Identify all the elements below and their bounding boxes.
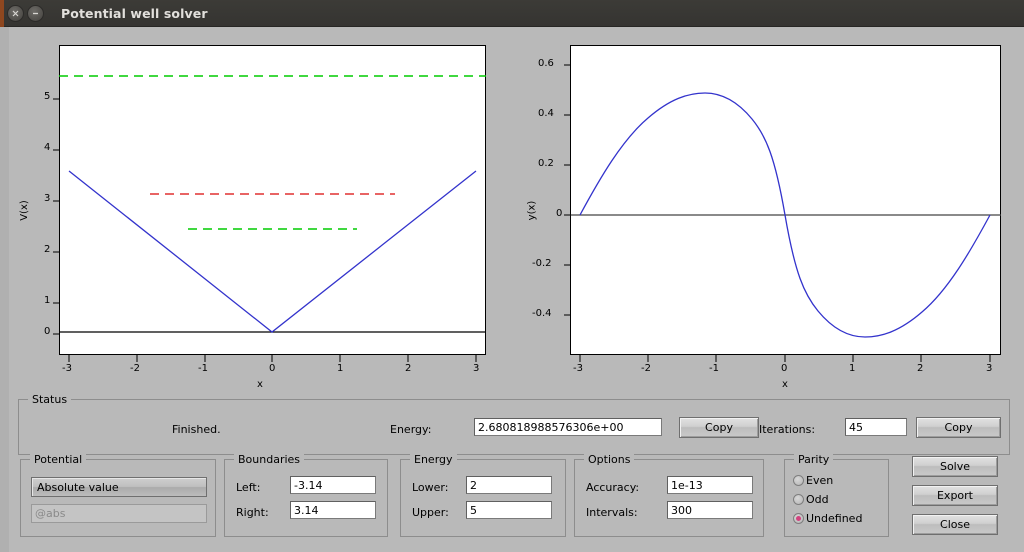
wavefunction-ytick-0_6: 0.6 [538, 58, 554, 69]
potential-xtick-4: 1 [337, 363, 344, 374]
solve-button[interactable]: Solve [912, 456, 998, 477]
potential-xtick-0: -3 [62, 363, 72, 374]
boundaries-group-title: Boundaries [234, 453, 305, 466]
wavefunction-xtick-1: -2 [641, 363, 651, 374]
wavefunction-xtick-6: 3 [986, 363, 993, 374]
parity-group: Parity Even Odd Undefined [784, 453, 889, 537]
status-message: Finished. [172, 423, 221, 436]
potential-plot: 5 4 3 2 1 0 -3 -2 -1 0 1 2 3 x V(x) [0, 27, 500, 392]
parity-option-even-label: Even [806, 474, 834, 487]
wavefunction-xtick-3: 0 [781, 363, 788, 374]
parity-option-odd[interactable]: Odd [793, 493, 829, 506]
wavefunction-xtick-5: 2 [917, 363, 924, 374]
potential-ytick-3: 3 [44, 193, 51, 204]
wavefunction-xtick-4: 1 [849, 363, 856, 374]
wavefunction-xtick-marks [579, 355, 991, 362]
potential-plot-canvas [59, 75, 486, 333]
energy-upper-label: Upper: [412, 506, 449, 519]
potential-xtick-3: 0 [269, 363, 276, 374]
wavefunction-xaxis-label: x [782, 379, 788, 390]
potential-handle-placeholder: @abs [35, 507, 66, 520]
potential-ytick-5: 5 [44, 91, 51, 102]
wavefunction-ytick-0_2: 0.2 [538, 158, 554, 169]
potential-ytick-1: 1 [44, 295, 51, 306]
wavefunction-ytick-neg0_2: -0.2 [532, 258, 552, 269]
left-boundary-field[interactable]: -3.14 [290, 476, 376, 494]
options-group-title: Options [584, 453, 635, 466]
export-button[interactable]: Export [912, 485, 998, 506]
potential-group: Potential Absolute value @abs [20, 453, 216, 537]
potential-xtick-6: 3 [473, 363, 480, 374]
options-group: Options Accuracy: 1e-13 Intervals: 300 [574, 453, 764, 537]
wavefunction-ytick-marks [564, 64, 571, 316]
potential-select[interactable]: Absolute value [31, 477, 207, 497]
close-button[interactable]: Close [912, 514, 998, 535]
wavefunction-ytick-neg0_4: -0.4 [532, 308, 552, 319]
energy-label: Energy: [390, 423, 432, 436]
close-icon[interactable] [7, 4, 24, 22]
copy-energy-button[interactable]: Copy [679, 417, 759, 438]
window-body: 5 4 3 2 1 0 -3 -2 -1 0 1 2 3 x V(x) 0.6 … [0, 27, 1024, 552]
energy-group-title: Energy [410, 453, 457, 466]
parity-group-title: Parity [794, 453, 834, 466]
radio-icon-selected [793, 513, 804, 524]
potential-xtick-1: -2 [130, 363, 140, 374]
energy-group: Energy Lower: 2 Upper: 5 [400, 453, 566, 537]
title-bar: Potential well solver [0, 0, 1024, 27]
iterations-label: Iterations: [759, 423, 816, 436]
radio-icon [793, 475, 804, 486]
potential-ytick-marks [53, 98, 60, 335]
potential-ytick-4: 4 [44, 142, 51, 153]
window-title: Potential well solver [61, 5, 208, 21]
intervals-label: Intervals: [586, 506, 638, 519]
parity-option-undefined[interactable]: Undefined [793, 512, 862, 525]
left-boundary-label: Left: [236, 481, 261, 494]
energy-value-field[interactable]: 2.680818988576306e+00 [474, 418, 662, 436]
wavefunction-plot: 0.6 0.4 0.2 0 -0.2 -0.4 -3 -2 -1 0 1 2 3… [512, 27, 1024, 392]
right-boundary-field[interactable]: 3.14 [290, 501, 376, 519]
window-edge-accent [0, 0, 4, 27]
iterations-value-field[interactable]: 45 [845, 418, 907, 436]
wavefunction-ytick-0: 0 [556, 208, 563, 219]
potential-handle-field[interactable]: @abs [31, 504, 207, 523]
wavefunction-plot-canvas [570, 92, 1001, 338]
wavefunction-yaxis-label: y(x) [526, 200, 538, 221]
potential-xaxis-label: x [257, 379, 263, 390]
minimize-icon[interactable] [27, 4, 44, 22]
energy-upper-field[interactable]: 5 [466, 501, 552, 519]
accuracy-field[interactable]: 1e-13 [667, 476, 753, 494]
boundaries-group: Boundaries Left: -3.14 Right: 3.14 [224, 453, 388, 537]
parity-option-odd-label: Odd [806, 493, 829, 506]
potential-group-title: Potential [30, 453, 87, 466]
copy-iterations-button[interactable]: Copy [916, 417, 1001, 438]
potential-xtick-2: -1 [198, 363, 208, 374]
status-group: Status Finished. Energy: 2.6808189885763… [18, 393, 1010, 455]
window-controls [7, 4, 44, 22]
intervals-field[interactable]: 300 [667, 501, 753, 519]
wavefunction-ytick-0_4: 0.4 [538, 108, 554, 119]
accuracy-label: Accuracy: [586, 481, 640, 494]
radio-icon [793, 494, 804, 505]
potential-ytick-0: 0 [44, 326, 51, 337]
wavefunction-xtick-2: -1 [709, 363, 719, 374]
potential-ytick-2: 2 [44, 244, 51, 255]
right-boundary-label: Right: [236, 506, 269, 519]
parity-option-even[interactable]: Even [793, 474, 833, 487]
potential-xtick-5: 2 [405, 363, 412, 374]
potential-xtick-marks [68, 355, 477, 362]
potential-yaxis-label: V(x) [18, 200, 30, 221]
energy-lower-label: Lower: [412, 481, 449, 494]
energy-lower-field[interactable]: 2 [466, 476, 552, 494]
status-group-title: Status [28, 393, 72, 406]
wavefunction-xtick-0: -3 [573, 363, 583, 374]
parity-option-undefined-label: Undefined [806, 512, 863, 525]
